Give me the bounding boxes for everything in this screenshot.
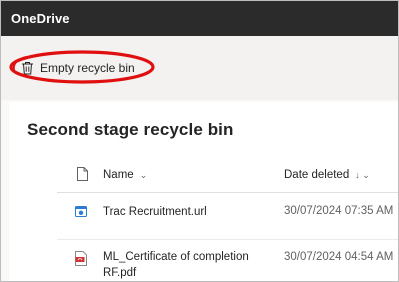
trash-icon [22, 62, 33, 75]
file-name[interactable]: Trac Recruitment.url [103, 204, 207, 220]
empty-recycle-bin-label: Empty recycle bin [40, 61, 135, 75]
chevron-down-icon: ⌄ [139, 169, 148, 180]
app-title[interactable]: OneDrive [11, 11, 70, 26]
table-row[interactable]: Trac Recruitment.url 30/07/2024 07:35 AM [57, 193, 398, 240]
table-header: Name ⌄ Date deleted ↓ ⌄ [57, 159, 398, 193]
file-type-icon[interactable] [77, 167, 88, 181]
file-name-line-1: ML_Certificate of completion [103, 251, 249, 263]
sort-descending-icon: ↓ ⌄ [355, 169, 370, 180]
column-header-date-deleted[interactable]: Date deleted ↓ ⌄ [284, 169, 370, 181]
file-name-line-2: RF.pdf [103, 267, 137, 279]
page-title: Second stage recycle bin [27, 120, 234, 139]
url-file-icon [75, 206, 87, 217]
empty-recycle-bin-button[interactable]: Empty recycle bin [21, 59, 135, 77]
column-header-date-label: Date deleted [284, 169, 350, 181]
pdf-file-icon [75, 251, 87, 266]
onedrive-window: OneDrive Empty recycle bin Second stage … [0, 0, 399, 282]
date-deleted: 30/07/2024 07:35 AM [284, 205, 394, 217]
top-bar: OneDrive [1, 1, 398, 36]
table-row[interactable]: ML_Certificate of completion RF.pdf 30/0… [57, 240, 398, 281]
date-deleted: 30/07/2024 04:54 AM [284, 251, 394, 263]
file-name[interactable]: ML_Certificate of completion RF.pdf [103, 249, 249, 281]
column-header-name-label: Name [103, 169, 134, 181]
column-header-name[interactable]: Name ⌄ [103, 169, 147, 181]
